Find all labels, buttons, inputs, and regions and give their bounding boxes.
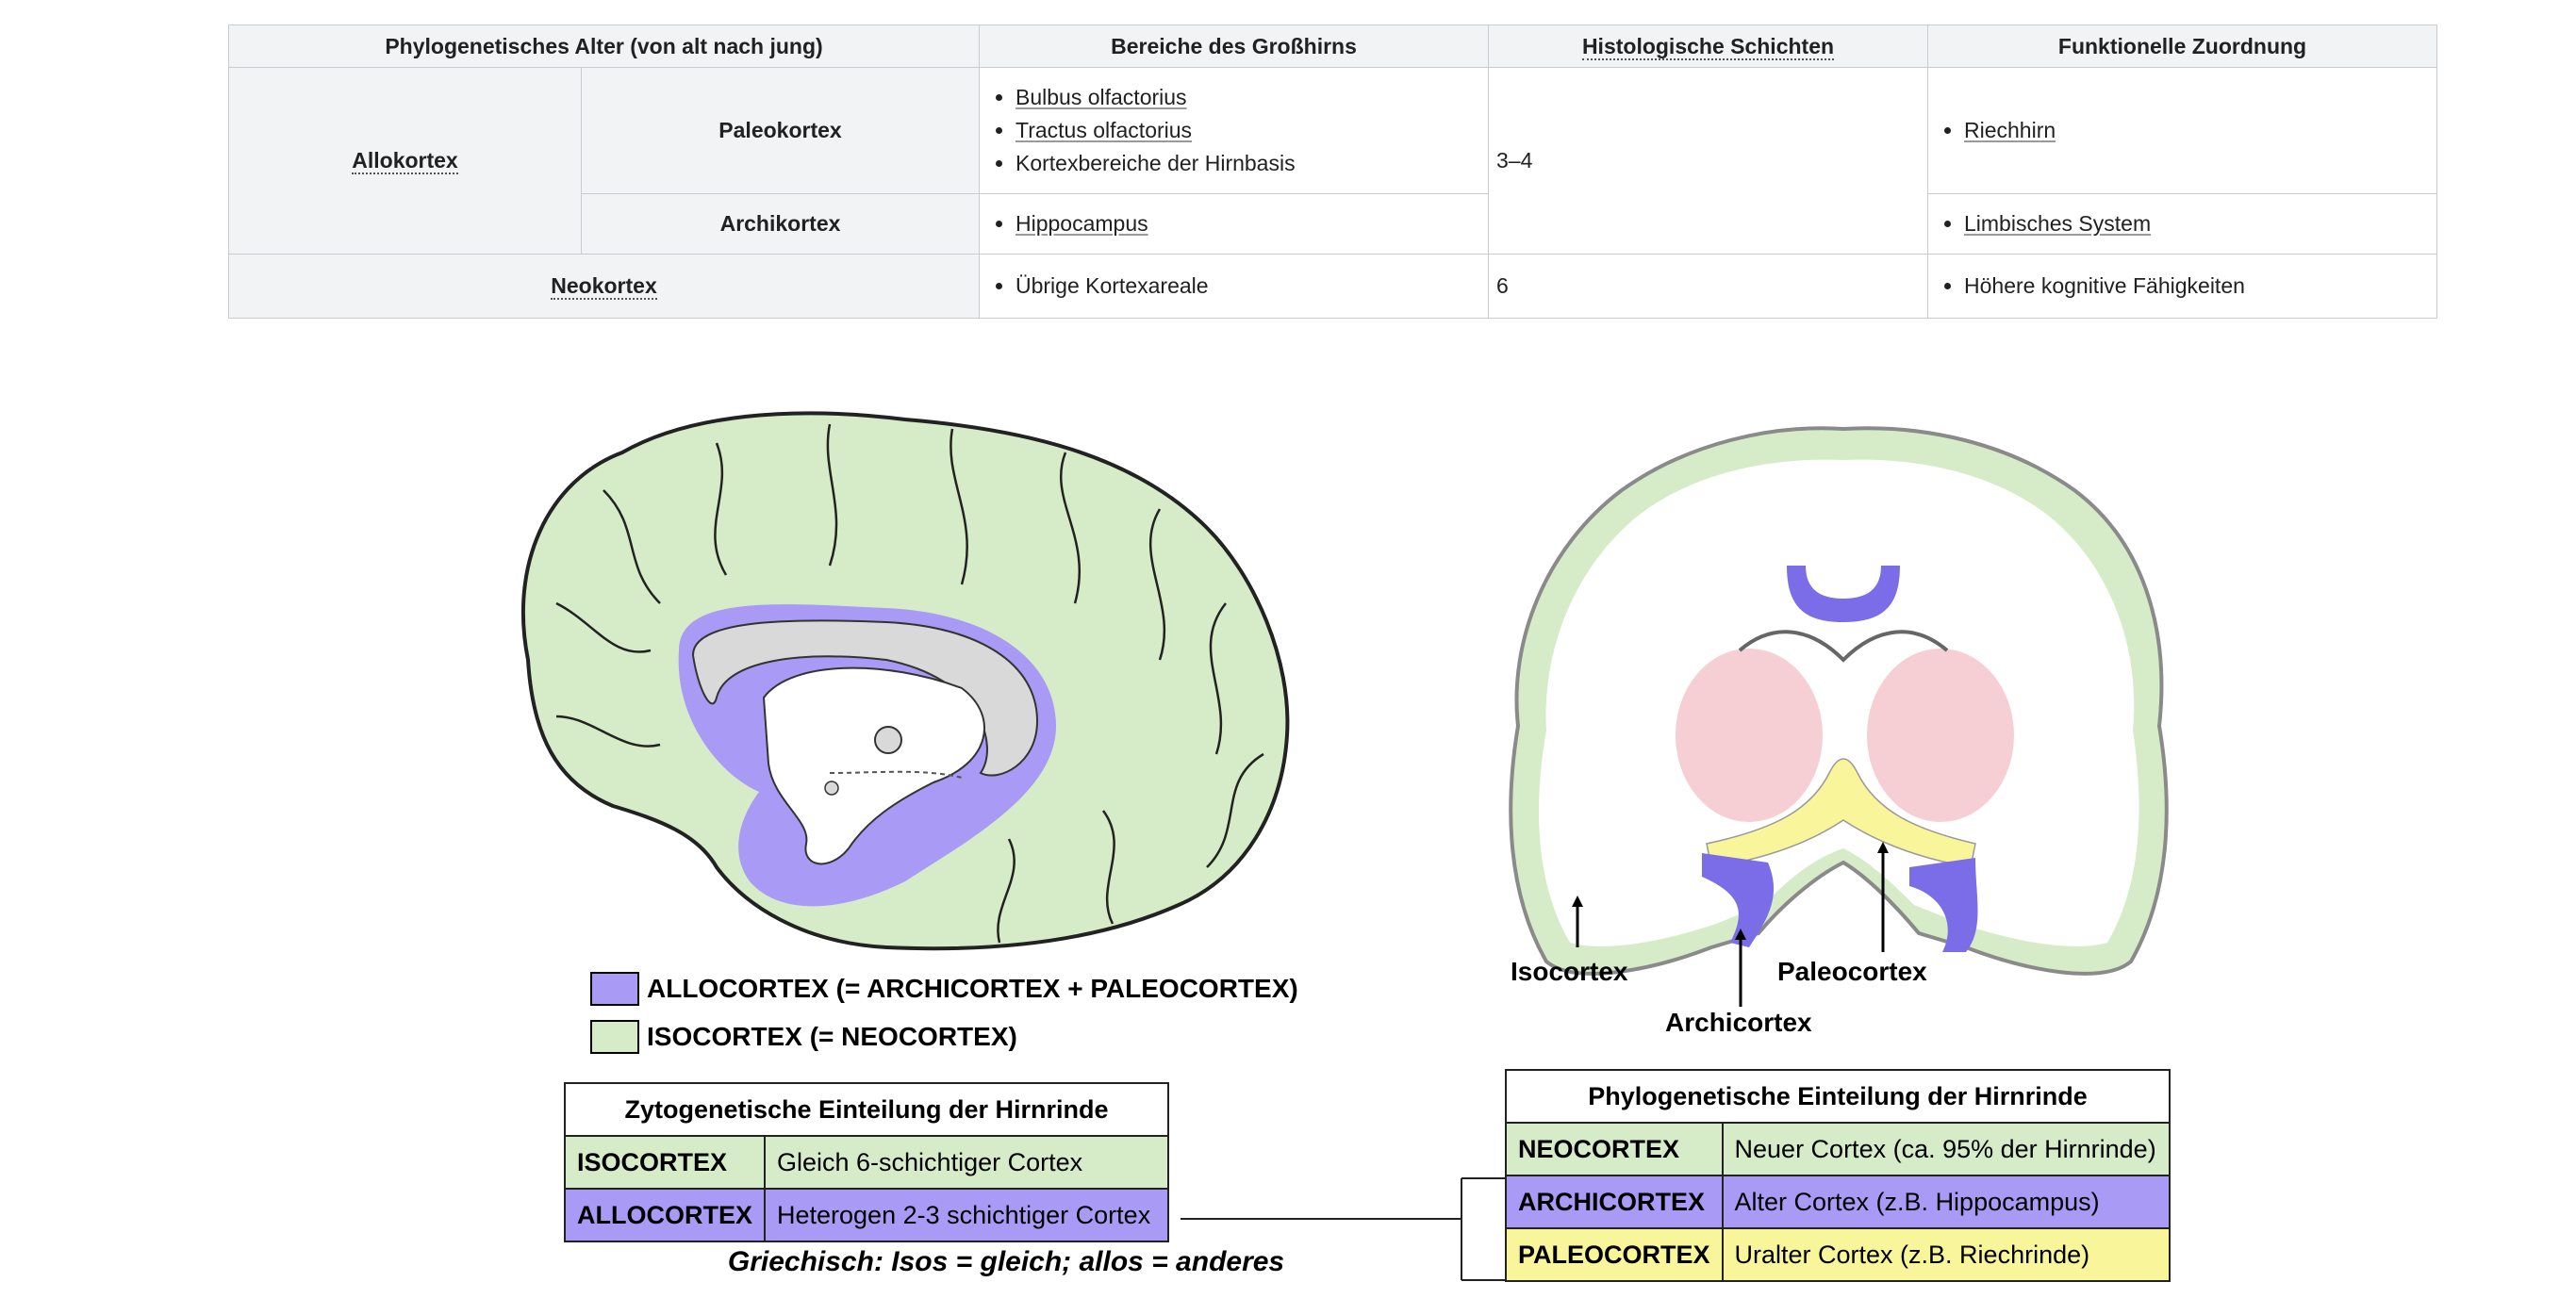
- allocortex-swatch: [590, 972, 639, 1006]
- greek-note: Griechisch: Isos = gleich; allos = ander…: [727, 1246, 1285, 1277]
- legend-allo-text: ALLOCORTEX (= ARCHICORTEX + PALEOCORTEX): [647, 974, 1298, 1003]
- sagittal-brain-illustration: [520, 411, 1290, 951]
- zyto-value: Heterogen 2-3 schichtiger Cortex: [764, 1188, 1169, 1242]
- label-archicortex: Archicortex: [1665, 1008, 1812, 1037]
- phylo-value: Uralter Cortex (z.B. Riechrinde): [1721, 1227, 2171, 1282]
- zyto-key: ALLOCORTEX: [564, 1188, 766, 1242]
- zyto-value: Gleich 6-schichtiger Cortex: [764, 1135, 1169, 1190]
- basal-ganglia-left: [1676, 649, 1823, 822]
- basal-ganglia-right: [1867, 649, 2014, 822]
- zyto-table: Zytogenetische Einteilung der Hirnrinde …: [564, 1082, 1169, 1242]
- phylo-key: PALEOCORTEX: [1505, 1227, 1724, 1282]
- phylo-key: ARCHICORTEX: [1505, 1175, 1724, 1229]
- phylo-key: NEOCORTEX: [1505, 1122, 1724, 1176]
- phylo-table: Phylogenetische Einteilung der Hirnrinde…: [1505, 1069, 2171, 1282]
- coronal-inner: [1539, 459, 2139, 946]
- legend-allocortex: ALLOCORTEX (= ARCHICORTEX + PALEOCORTEX): [590, 972, 1298, 1006]
- small-nucleus-mark: [824, 781, 839, 796]
- page: Phylogenetisches Alter (von alt nach jun…: [0, 0, 2576, 1315]
- table-row: ALLOCORTEX Heterogen 2-3 schichtiger Cor…: [564, 1188, 1169, 1242]
- cortex-figure: Isocortex Paleocortex Archicortex: [520, 411, 2169, 1281]
- legend-isocortex: ISOCORTEX (= NEOCORTEX): [590, 1020, 1017, 1054]
- isocortex-swatch: [590, 1020, 639, 1054]
- phylo-value: Alter Cortex (z.B. Hippocampus): [1721, 1175, 2171, 1229]
- table-row: ARCHICORTEX Alter Cortex (z.B. Hippocamp…: [1505, 1175, 2171, 1229]
- legend-iso-text: ISOCORTEX (= NEOCORTEX): [647, 1022, 1017, 1051]
- phylo-value: Neuer Cortex (ca. 95% der Hirnrinde): [1721, 1122, 2171, 1176]
- phylo-title: Phylogenetische Einteilung der Hirnrinde: [1505, 1069, 2171, 1124]
- label-isocortex: Isocortex: [1511, 957, 1628, 986]
- zyto-title-row: Zytogenetische Einteilung der Hirnrinde: [564, 1082, 1169, 1137]
- coronal-brain-illustration: Isocortex Paleocortex Archicortex: [1509, 426, 2169, 1037]
- zyto-key: ISOCORTEX: [564, 1135, 766, 1190]
- phylo-title-row: Phylogenetische Einteilung der Hirnrinde: [1505, 1069, 2171, 1124]
- table-row: PALEOCORTEX Uralter Cortex (z.B. Riechri…: [1505, 1227, 2171, 1282]
- table-row: NEOCORTEX Neuer Cortex (ca. 95% der Hirn…: [1505, 1122, 2171, 1176]
- zyto-title: Zytogenetische Einteilung der Hirnrinde: [564, 1082, 1169, 1137]
- label-paleocortex: Paleocortex: [1777, 957, 1927, 986]
- thalamus-mark: [874, 726, 902, 754]
- table-row: ISOCORTEX Gleich 6-schichtiger Cortex: [564, 1135, 1169, 1190]
